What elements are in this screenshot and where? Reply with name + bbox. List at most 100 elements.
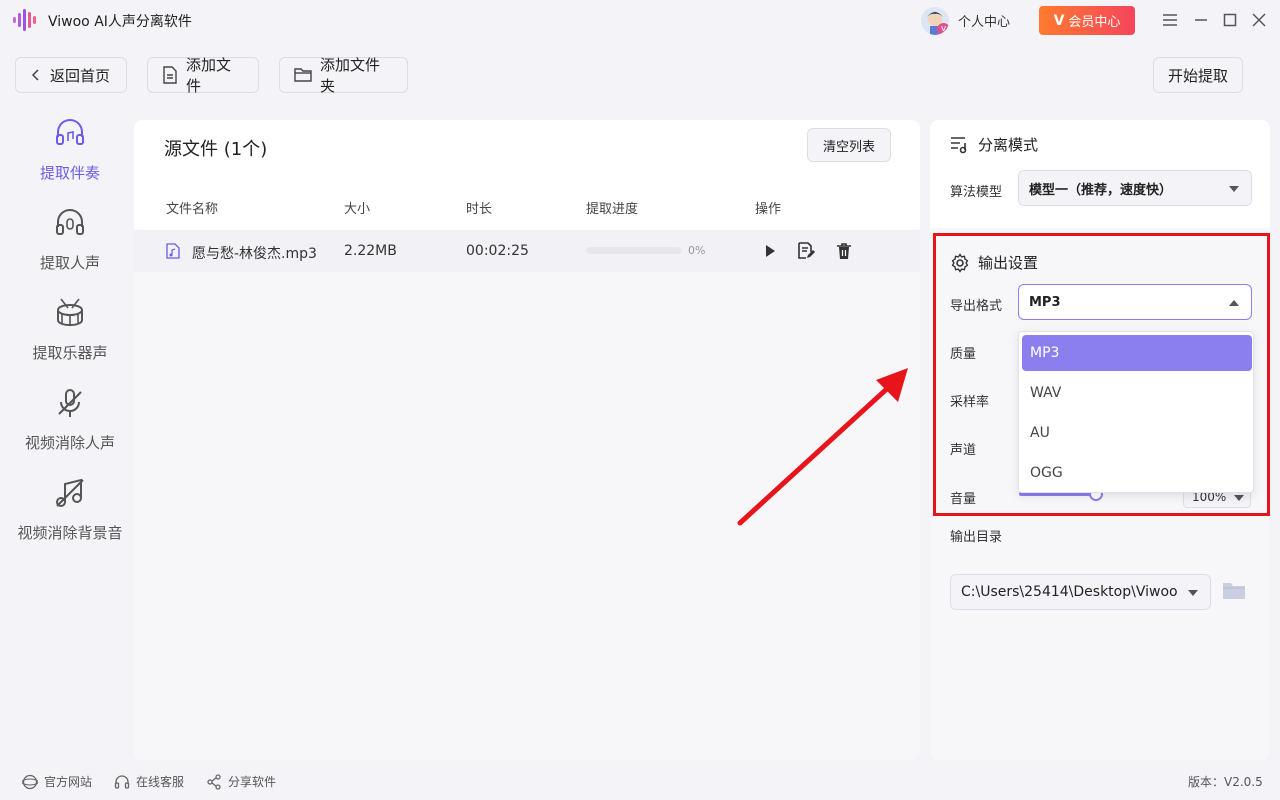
column-header-actions: 操作 [755, 202, 782, 217]
separation-mode-icon [951, 136, 967, 153]
version-text: 版本：V2.0.5 [1188, 773, 1263, 790]
clear-list-button[interactable]: 清空列表 [807, 128, 891, 162]
format-select-value: MP3 [1029, 294, 1061, 310]
sidebar-item-label: 提取伴奏 [39, 164, 100, 182]
chevron-down-icon [1188, 590, 1198, 596]
format-option-wav[interactable]: WAV [1022, 375, 1252, 411]
sidebar-item-label: 视频消除背景音 [17, 524, 123, 542]
folder-icon [1223, 583, 1245, 599]
official-website-link[interactable]: 官方网站 [22, 773, 92, 790]
folder-icon [294, 68, 312, 82]
title-bar: Viwoo AI人声分离软件 v 个人中心 V 会员中心 [0, 0, 1280, 40]
add-file-button[interactable]: 添加文件 [147, 56, 259, 95]
add-folder-button[interactable]: 添加文件夹 [279, 56, 408, 95]
vip-center-button[interactable]: V 会员中心 [1039, 6, 1135, 35]
minimize-icon [1195, 19, 1207, 21]
format-dropdown: MP3 WAV AU OGG [1018, 331, 1254, 493]
column-header-progress: 提取进度 [586, 202, 639, 217]
sidebar-item-label: 视频消除人声 [24, 434, 115, 452]
menu-button[interactable] [1160, 10, 1180, 30]
personal-center-link[interactable]: 个人中心 [958, 11, 1010, 30]
share-software-link[interactable]: 分享软件 [206, 773, 276, 790]
separation-mode-label: 分离模式 [978, 136, 1039, 154]
volume-label: 音量 [950, 492, 977, 507]
progress-bar [586, 247, 682, 254]
add-folder-label: 添加文件夹 [320, 56, 381, 95]
sidebar-item-extract-accompaniment[interactable]: 提取伴奏 [0, 116, 140, 183]
music-file-icon [166, 243, 180, 259]
close-icon [1252, 13, 1266, 27]
sidebar-item-label: 提取乐器声 [32, 344, 108, 362]
format-option-au[interactable]: AU [1022, 415, 1252, 451]
vip-v-icon: V [1053, 12, 1065, 29]
chevron-down-icon [1234, 495, 1244, 501]
chevron-down-icon [1229, 186, 1239, 192]
file-duration: 00:02:25 [466, 243, 529, 259]
format-option-ogg[interactable]: OGG [1022, 455, 1252, 491]
headphones-music-icon [56, 119, 84, 145]
column-header-name: 文件名称 [166, 202, 219, 217]
sidebar-item-video-remove-vocals[interactable]: 视频消除人声 [0, 386, 140, 453]
output-dir-value: C:\Users\25414\Desktop\Viwoo [961, 584, 1178, 600]
output-dir-select[interactable]: C:\Users\25414\Desktop\Viwoo [950, 574, 1211, 610]
globe-icon [22, 774, 38, 789]
channel-label: 声道 [950, 443, 977, 458]
online-support-label: 在线客服 [136, 775, 185, 789]
drum-icon [57, 298, 83, 327]
model-label: 算法模型 [950, 185, 1003, 200]
maximize-icon [1223, 13, 1237, 27]
format-option-mp3[interactable]: MP3 [1022, 335, 1252, 371]
back-home-button[interactable]: 返回首页 [15, 57, 127, 93]
output-settings-label: 输出设置 [978, 254, 1039, 272]
play-icon [766, 245, 775, 257]
sidebar-item-video-remove-background[interactable]: 视频消除背景音 [0, 476, 140, 543]
app-title: Viwoo AI人声分离软件 [48, 14, 192, 30]
online-support-link[interactable]: 在线客服 [114, 773, 184, 790]
maximize-button[interactable] [1220, 10, 1240, 30]
separation-mode-title: 分离模式 [950, 134, 1038, 155]
add-file-label: 添加文件 [186, 56, 232, 95]
trash-icon [837, 243, 851, 259]
delete-button[interactable] [834, 241, 854, 261]
music-off-icon [56, 478, 84, 507]
edit-button[interactable] [796, 241, 816, 261]
table-row[interactable]: 愿与愁-林俊杰.mp3 2.22MB 00:02:25 0% [134, 230, 920, 272]
avatar[interactable]: v [921, 7, 949, 35]
output-dir-label: 输出目录 [950, 530, 1003, 545]
source-files-title: 源文件 (1个) [164, 139, 268, 160]
quality-label: 质量 [950, 347, 977, 362]
vip-center-label: 会员中心 [1068, 15, 1121, 30]
start-extract-button[interactable]: 开始提取 [1153, 57, 1243, 93]
back-home-label: 返回首页 [50, 66, 111, 85]
close-button[interactable] [1249, 10, 1269, 30]
mic-off-icon [58, 389, 82, 417]
start-extract-label: 开始提取 [1167, 66, 1228, 85]
share-icon [207, 773, 221, 790]
app-logo-icon [13, 9, 36, 31]
file-size: 2.22MB [344, 243, 397, 259]
chevron-up-icon [1229, 300, 1239, 306]
chevron-left-icon [31, 69, 39, 81]
column-header-size: 大小 [344, 202, 371, 217]
sidebar-item-label: 提取人声 [39, 254, 100, 272]
headset-icon [114, 774, 130, 789]
file-list-header: 源文件 (1个) 清空列表 文件名称 大小 时长 提取进度 操作 [134, 120, 920, 230]
minimize-button[interactable] [1191, 10, 1211, 30]
format-label: 导出格式 [950, 299, 1003, 314]
format-select[interactable]: MP3 [1018, 284, 1252, 320]
headset-mic-icon [56, 209, 84, 235]
source-files-panel: 源文件 (1个) 清空列表 文件名称 大小 时长 提取进度 操作 愿与愁-林俊杰… [134, 120, 920, 760]
browse-folder-button[interactable] [1221, 580, 1247, 604]
output-settings-title: 输出设置 [950, 252, 1038, 273]
gear-icon [951, 252, 969, 273]
sidebar-item-extract-vocals[interactable]: 提取人声 [0, 206, 140, 273]
official-website-label: 官方网站 [44, 775, 93, 789]
version-label: 版本：V2.0.5 [1188, 775, 1263, 789]
sidebar-item-extract-instruments[interactable]: 提取乐器声 [0, 296, 140, 363]
file-icon [163, 66, 177, 84]
progress-percent: 0% [688, 244, 706, 257]
edit-file-icon [798, 242, 815, 259]
hamburger-menu-icon [1163, 14, 1177, 26]
model-select[interactable]: 模型一（推荐，速度快） [1018, 170, 1252, 206]
play-button[interactable] [760, 241, 780, 261]
